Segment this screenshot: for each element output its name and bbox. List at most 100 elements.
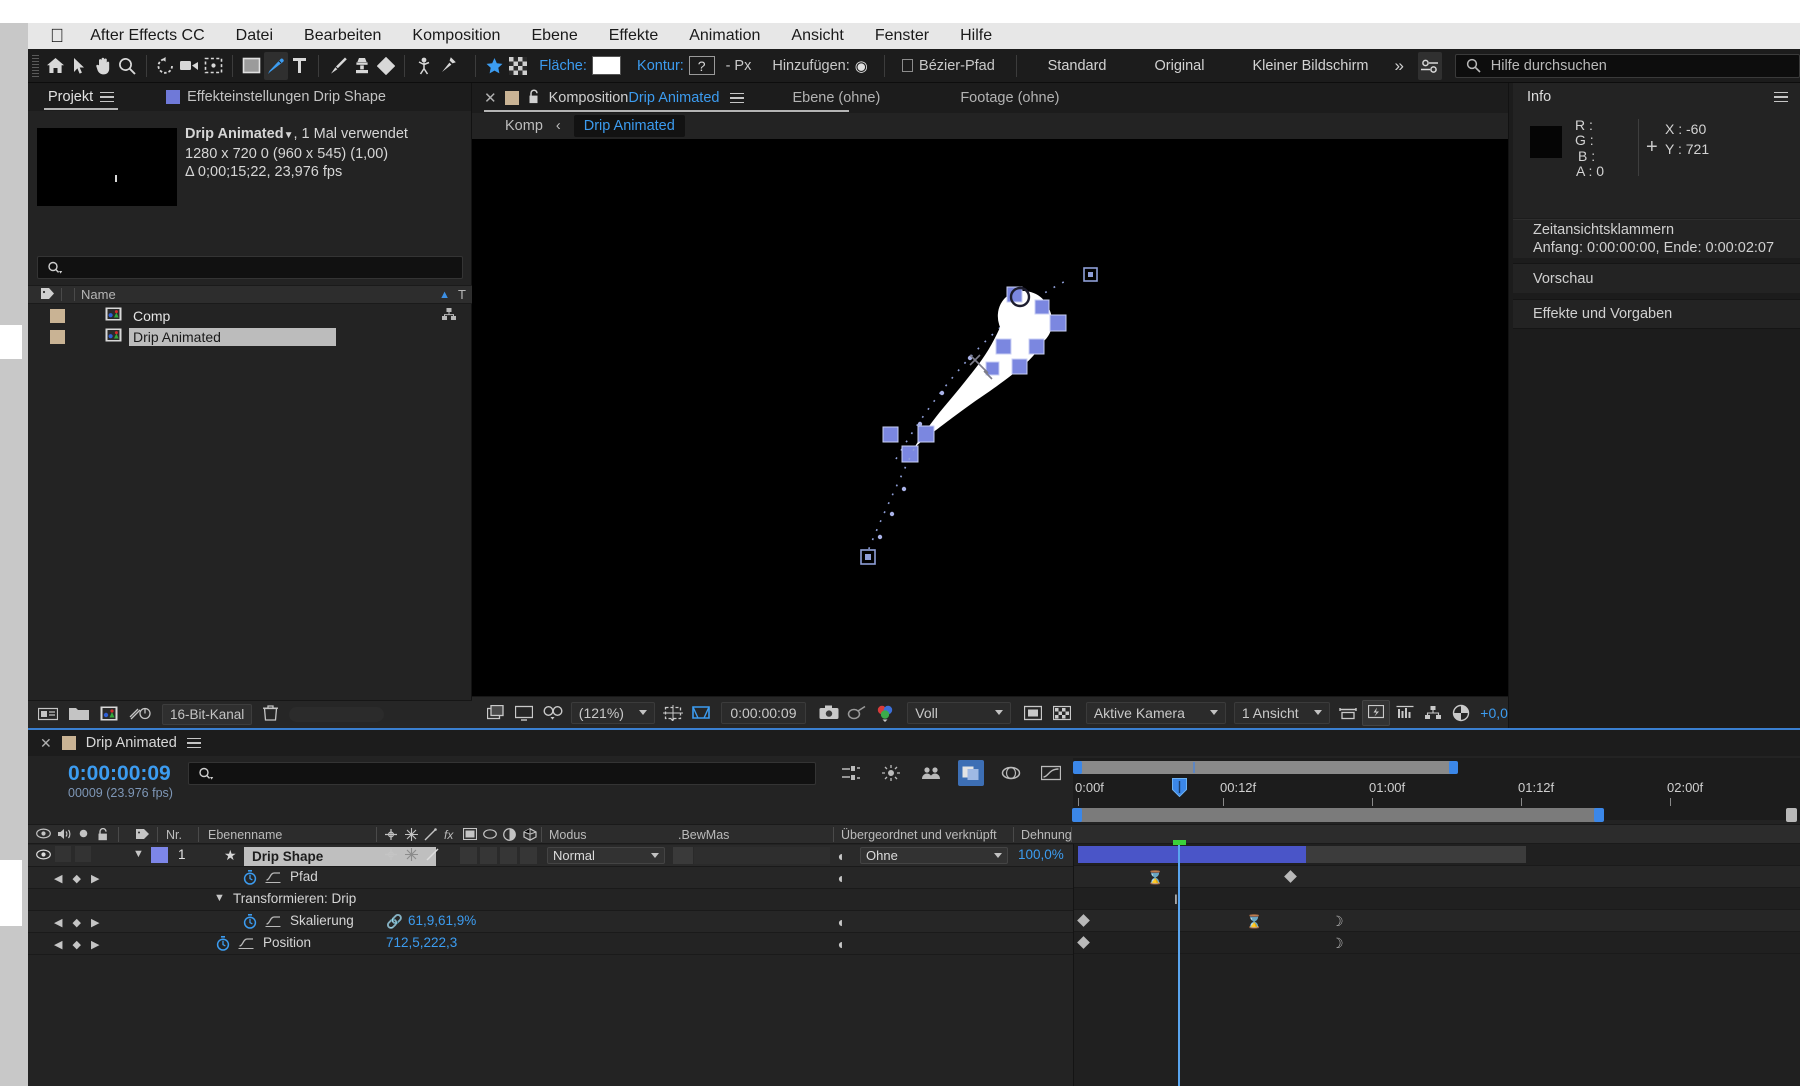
graph-editor-icon-skalierung[interactable]	[265, 914, 281, 930]
tab-projekt[interactable]: Projekt	[36, 83, 126, 111]
add-menu-icon[interactable]: ◉	[855, 57, 868, 75]
composition-stage[interactable]	[472, 139, 1508, 696]
tab-ebene[interactable]: Ebene (ohne)	[792, 90, 880, 106]
motion-blur-icon[interactable]	[483, 828, 497, 843]
group-expand-chevron-icon[interactable]: ▼	[214, 892, 225, 904]
next-keyframe-icon[interactable]: ▶	[91, 872, 99, 885]
breadcrumb-current[interactable]: Drip Animated	[574, 115, 685, 137]
track-matte-field[interactable]	[694, 847, 830, 864]
layer-switch-1[interactable]	[460, 847, 477, 864]
project-item-dropdown-icon[interactable]: ▼	[284, 130, 294, 141]
layer-lock-toggle[interactable]	[95, 846, 111, 862]
layer-visibility-icon[interactable]	[36, 848, 51, 863]
timeline-playhead[interactable]	[1178, 844, 1180, 1086]
panel-menu-icon[interactable]	[100, 92, 114, 103]
graph-editor-icon[interactable]	[1038, 760, 1064, 786]
timeline-search-input[interactable]	[188, 762, 816, 785]
add-keyframe-icon[interactable]: ◆	[72, 938, 80, 951]
layer-collapse-transform-icon[interactable]	[384, 848, 398, 864]
fast-previews-icon[interactable]	[1362, 700, 1390, 726]
eraser-tool-icon[interactable]	[374, 52, 398, 80]
timeline-graph-icon[interactable]	[1390, 700, 1418, 726]
region-of-interest-icon[interactable]	[201, 52, 225, 80]
collapse-transform-icon[interactable]	[384, 828, 398, 844]
zoom-tool-icon[interactable]	[115, 52, 139, 80]
composition-canvas[interactable]	[472, 139, 1508, 696]
property-pickwhip-icon-position[interactable]: ◖	[836, 936, 844, 952]
3d-layer-icon[interactable]	[523, 828, 537, 844]
column-nr[interactable]: Nr.	[166, 828, 182, 842]
track-row-position[interactable]: ☽	[1074, 932, 1800, 954]
enable-frame-blending-icon[interactable]	[958, 760, 984, 786]
composition-mini-flowchart-icon[interactable]	[838, 760, 864, 786]
column-modus[interactable]: Modus	[549, 828, 587, 842]
track-row-skalierung[interactable]: ⌛ ☽	[1074, 910, 1800, 932]
always-preview-icon[interactable]	[482, 700, 510, 726]
solo-icon[interactable]	[78, 828, 89, 842]
property-pickwhip-icon-skalierung[interactable]: ◖	[836, 914, 844, 930]
property-value-position[interactable]: 712,5,222,3	[386, 935, 457, 950]
layer-blend-mode-select[interactable]: Normal	[547, 847, 665, 864]
next-keyframe-icon[interactable]: ▶	[91, 938, 99, 951]
menu-item-ebene[interactable]: Ebene	[531, 27, 577, 45]
layer-duration-bar[interactable]	[1078, 846, 1306, 863]
label-tag-icon[interactable]	[135, 828, 150, 843]
timeline-zoom-bar[interactable]	[1078, 761, 1453, 774]
toggle-transparency-grid-icon[interactable]	[1048, 700, 1076, 726]
stopwatch-icon-position[interactable]	[216, 936, 230, 954]
timeline-track-area[interactable]: ⌛ I ⌛ ☽ ☽	[1073, 844, 1800, 1086]
column-parent[interactable]: Übergeordnet und verknüpft	[841, 828, 997, 842]
view-layout-select[interactable]: 1 Ansicht	[1234, 702, 1330, 724]
region-of-interest-toggle-icon[interactable]	[687, 700, 715, 726]
lock-icon[interactable]	[97, 828, 109, 844]
close-icon[interactable]: ✕	[484, 89, 497, 107]
layer-solo-toggle[interactable]	[75, 846, 91, 862]
timeline-current-timecode[interactable]: 0:00:00:09	[68, 762, 171, 786]
sort-ascending-icon[interactable]: ▲	[439, 289, 450, 301]
audio-icon[interactable]	[57, 828, 72, 843]
playhead-handle-icon[interactable]	[1172, 778, 1187, 797]
keyframe-diamond-icon[interactable]	[1077, 914, 1090, 927]
property-name-pfad[interactable]: Pfad	[290, 869, 318, 884]
graph-editor-icon-position[interactable]	[238, 936, 254, 952]
keyframe-ease-out-icon[interactable]: ☽	[1331, 935, 1344, 952]
rotation-tool-icon[interactable]	[154, 52, 178, 80]
workspace-kleiner-bildschirm[interactable]: Kleiner Bildschirm	[1252, 58, 1368, 74]
exposure-value[interactable]: +0,0	[1480, 705, 1508, 721]
link-constrain-icon[interactable]: 🔗	[386, 914, 403, 930]
keyframe-hourglass-icon[interactable]: ⌛	[1147, 870, 1163, 886]
exposure-icon[interactable]	[1447, 700, 1475, 726]
workspace-original[interactable]: Original	[1155, 58, 1205, 74]
info-panel-menu-icon[interactable]	[1774, 92, 1788, 103]
fill-color-swatch[interactable]	[592, 56, 621, 75]
project-column-name[interactable]: Name	[81, 287, 116, 302]
camera-view-select[interactable]: Aktive Kamera	[1086, 702, 1226, 724]
track-matte-swatch[interactable]	[673, 847, 693, 864]
stopwatch-icon-pfad[interactable]	[243, 870, 257, 888]
menu-item-fenster[interactable]: Fenster	[875, 27, 929, 45]
effects-presets-panel-collapsed[interactable]: Effekte und Vorgaben	[1513, 299, 1800, 329]
star-shape-icon[interactable]	[483, 52, 507, 80]
lock-icon[interactable]	[528, 89, 540, 108]
transparency-grid-icon[interactable]	[507, 52, 531, 80]
bit-depth-button[interactable]: 16-Bit-Kanal	[162, 704, 252, 725]
3d-glasses-icon[interactable]	[539, 700, 567, 726]
layer-stretch-value[interactable]: 100,0%	[1018, 847, 1064, 862]
add-keyframe-icon[interactable]: ◆	[72, 916, 80, 929]
channel-rgb-icon[interactable]	[871, 700, 899, 726]
add-keyframe-icon[interactable]: ◆	[72, 872, 80, 885]
keyframe-hourglass-icon[interactable]: ⌛	[1246, 914, 1262, 930]
bezier-path-checkbox[interactable]	[902, 59, 913, 72]
menu-item-datei[interactable]: Datei	[236, 27, 273, 45]
timeline-scroll-handle[interactable]	[1786, 808, 1797, 822]
snapshot-icon[interactable]	[815, 700, 843, 726]
home-icon[interactable]	[44, 52, 68, 80]
adjustment-layer-icon[interactable]	[503, 828, 516, 844]
timeline-duration-bar[interactable]	[1077, 808, 1599, 822]
resolution-select[interactable]: Voll	[907, 702, 1011, 724]
breadcrumb-root[interactable]: Komp	[505, 118, 543, 134]
apple-menu-icon[interactable]: 	[50, 27, 64, 46]
quality-icon[interactable]	[405, 828, 418, 844]
selection-tool-icon[interactable]	[68, 52, 92, 80]
draft-3d-icon[interactable]	[878, 760, 904, 786]
